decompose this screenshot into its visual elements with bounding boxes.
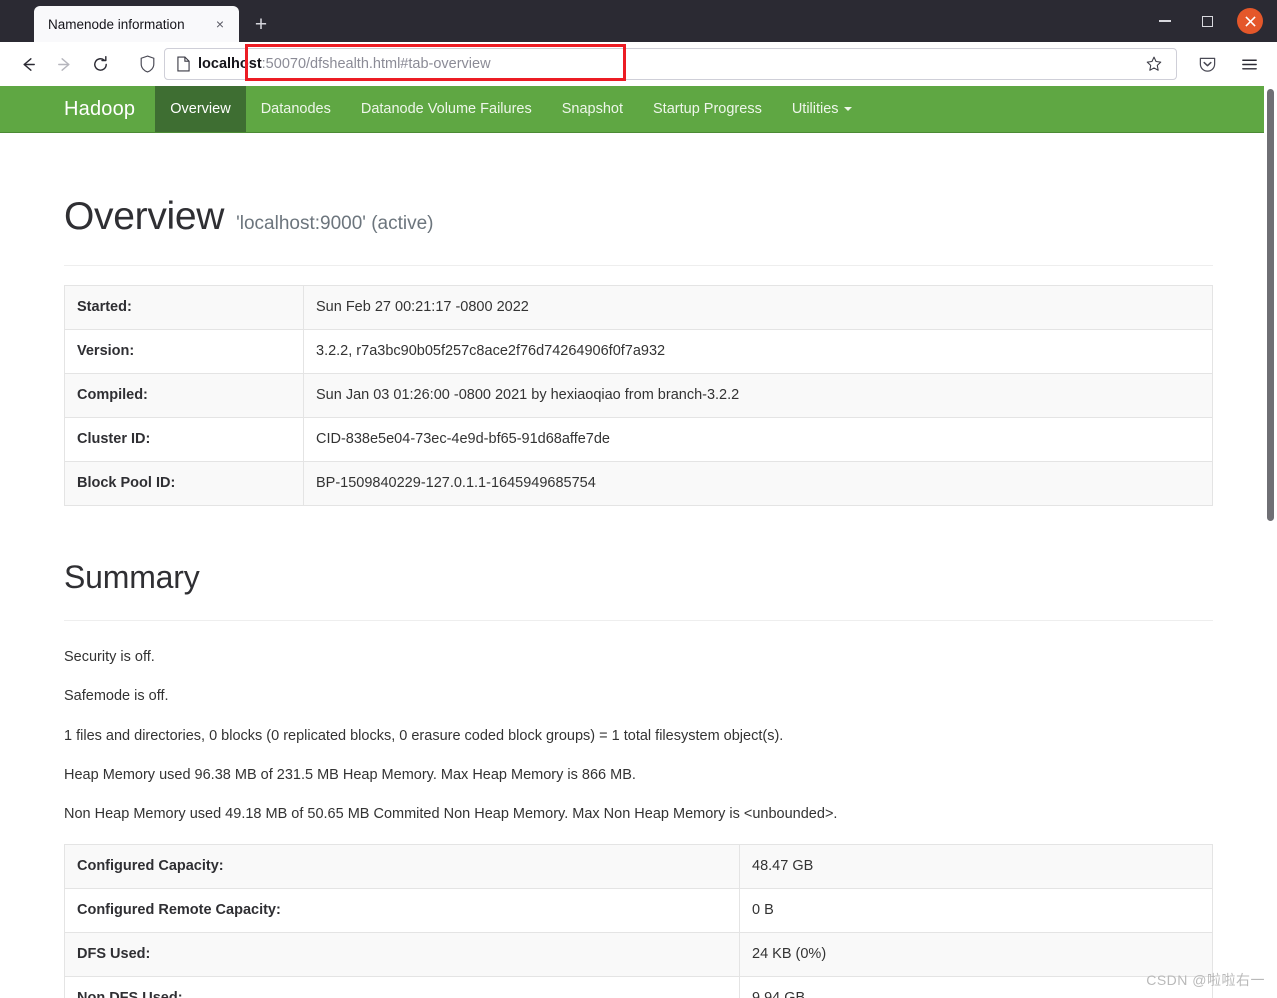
summary-paragraph: Heap Memory used 96.38 MB of 231.5 MB He… (64, 766, 636, 783)
page-content: Overview 'localhost:9000' (active) Start… (0, 133, 1277, 998)
back-button[interactable] (12, 48, 44, 80)
divider (64, 620, 1213, 622)
table-row: Compiled: Sun Jan 03 01:26:00 -0800 2021… (64, 373, 1213, 419)
pocket-save-icon[interactable] (1191, 48, 1223, 80)
page-document-icon (173, 56, 193, 72)
tab-title: Namenode information (48, 16, 185, 32)
divider (64, 265, 1213, 266)
browser-window: Namenode information × + localhost:50070… (0, 0, 1277, 998)
new-tab-button[interactable]: + (245, 8, 277, 40)
url-path: :50070/dfshealth.html#tab-overview (261, 56, 491, 72)
reload-button[interactable] (84, 48, 116, 80)
address-bar[interactable]: localhost:50070/dfshealth.html#tab-overv… (164, 48, 1177, 80)
toolbar-right-controls (1191, 48, 1265, 80)
nav-tab-utilities[interactable]: Utilities (777, 86, 867, 132)
close-x-icon (1244, 15, 1256, 27)
row-value: 3.2.2, r7a3bc90b05f257c8ace2f76d74264906… (303, 329, 1213, 375)
close-icon[interactable]: × (209, 13, 231, 35)
maximize-button[interactable] (1195, 9, 1219, 33)
summary-heading: Summary (64, 559, 200, 596)
table-row: DFS Used: 24 KB (0%) (64, 932, 1213, 977)
table-row: Configured Remote Capacity: 0 B (64, 888, 1213, 933)
table-row: Configured Capacity: 48.47 GB (64, 844, 1213, 889)
nav-tab-overview[interactable]: Overview (155, 86, 246, 132)
watermark-text: CSDN @啦啦右一 (1146, 972, 1265, 988)
table-row: Started: Sun Feb 27 00:21:17 -0800 2022 (64, 285, 1213, 331)
browser-tab[interactable]: Namenode information × (34, 6, 239, 42)
chevron-down-icon (843, 107, 852, 111)
page-viewport: Hadoop Overview Datanodes Datanode Volum… (0, 86, 1277, 998)
row-value: 48.47 GB (739, 844, 1213, 889)
overview-header: Overview 'localhost:9000' (active) (64, 133, 1213, 239)
nav-tab-snapshot[interactable]: Snapshot (547, 86, 638, 132)
summary-paragraph: Security is off. (64, 649, 155, 666)
row-key: Configured Capacity: (64, 844, 740, 889)
summary-paragraph: Non Heap Memory used 49.18 MB of 50.65 M… (64, 806, 838, 823)
reload-icon (93, 55, 107, 71)
row-key: Block Pool ID: (64, 461, 304, 506)
url-text: localhost:50070/dfshealth.html#tab-overv… (198, 56, 1140, 72)
bookmark-star-icon[interactable] (1140, 50, 1168, 78)
row-value: BP-1509840229-127.0.1.1-1645949685754 (316, 475, 596, 492)
hadoop-navbar: Hadoop Overview Datanodes Datanode Volum… (0, 86, 1277, 133)
table-row: Block Pool ID: BP-1509840229-127.0.1.1-1… (64, 461, 1213, 506)
page-title: Overview (64, 195, 225, 238)
row-key: DFS Used: (64, 932, 740, 977)
nav-tab-label: Overview (170, 101, 231, 117)
row-value: 0 B (739, 888, 1213, 933)
arrow-left-icon (23, 57, 35, 71)
row-key: Version: (64, 329, 304, 375)
overview-table: Started: Sun Feb 27 00:21:17 -0800 2022 … (64, 285, 1213, 507)
nav-tab-label: Utilities (791, 101, 839, 117)
summary-paragraph: 1 files and directories, 0 blocks (0 rep… (64, 727, 784, 744)
url-host: localhost (198, 56, 262, 72)
summary-paragraph: Safemode is off. (64, 688, 169, 705)
page-subtitle: 'localhost:9000' (active) (236, 213, 434, 234)
table-row: Version: 3.2.2, r7a3bc90b05f257c8ace2f76… (64, 329, 1213, 375)
row-value: Sun Jan 03 01:26:00 -0800 2021 by hexiao… (303, 373, 1213, 419)
row-value: Sun Feb 27 00:21:17 -0800 2022 (303, 285, 1213, 331)
shield-icon[interactable] (132, 48, 162, 80)
nav-tab-label: Datanodes (260, 101, 331, 117)
row-key: Non DFS Used: (64, 976, 740, 998)
forward-button[interactable] (48, 48, 80, 80)
arrow-right-icon (57, 57, 69, 71)
row-key: Started: (64, 285, 304, 331)
nav-tab-label: Datanode Volume Failures (360, 101, 532, 117)
scrollbar-thumb[interactable] (1267, 89, 1274, 521)
window-controls (1153, 0, 1277, 42)
row-key: Compiled: (64, 373, 304, 419)
row-value: 24 KB (0%) (739, 932, 1213, 977)
nav-tab-startup-progress[interactable]: Startup Progress (638, 86, 777, 132)
nav-tab-datanodes[interactable]: Datanodes (246, 86, 346, 132)
row-key: Configured Remote Capacity: (64, 888, 740, 933)
address-bar-container: localhost:50070/dfshealth.html#tab-overv… (132, 48, 1177, 80)
nav-tab-datanode-volume-failures[interactable]: Datanode Volume Failures (346, 86, 547, 132)
table-row: Non DFS Used: 9.94 GB (64, 976, 1213, 998)
close-window-button[interactable] (1237, 8, 1263, 34)
nav-tab-label: Startup Progress (653, 101, 762, 117)
tab-strip: Namenode information × + (0, 0, 1277, 42)
row-key: Cluster ID: (64, 417, 304, 463)
row-value: CID-838e5e04-73ec-4e9d-bf65-91d68affe7de (303, 417, 1213, 463)
browser-toolbar: localhost:50070/dfshealth.html#tab-overv… (0, 42, 1277, 86)
row-value: 9.94 GB (739, 976, 1213, 998)
minimize-button[interactable] (1153, 9, 1177, 33)
hadoop-brand[interactable]: Hadoop (0, 86, 155, 132)
summary-table: Configured Capacity: 48.47 GB Configured… (64, 843, 1213, 998)
hamburger-menu-icon[interactable] (1233, 48, 1265, 80)
nav-tab-label: Snapshot (561, 101, 624, 117)
table-row: Cluster ID: CID-838e5e04-73ec-4e9d-bf65-… (64, 417, 1213, 463)
